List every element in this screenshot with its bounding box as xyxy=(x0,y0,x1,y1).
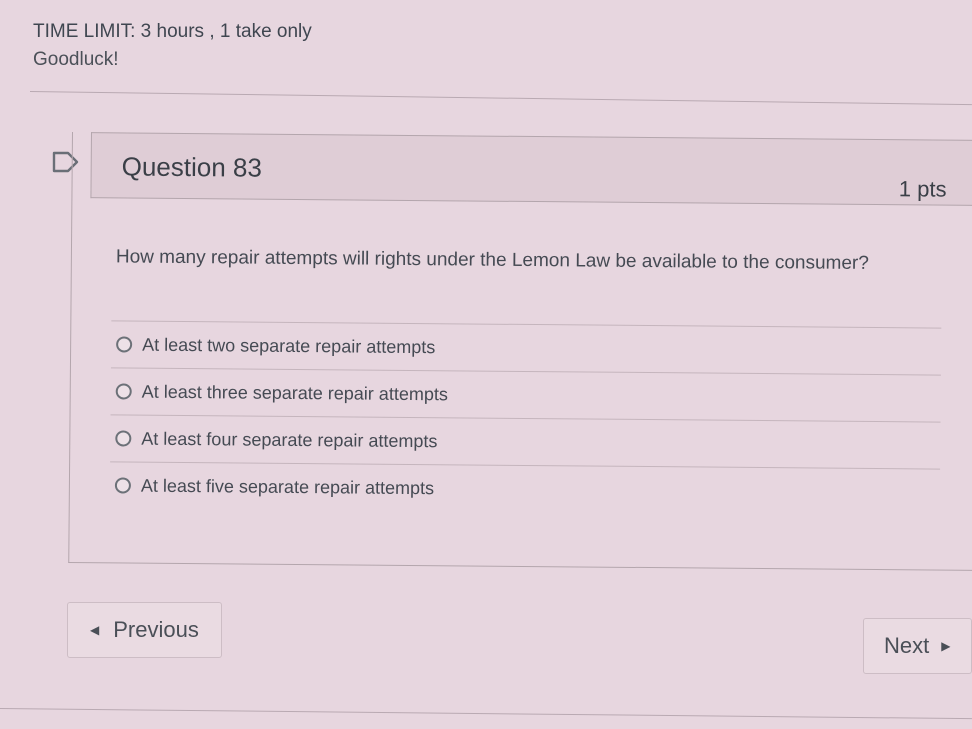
previous-button[interactable]: ◀ Previous xyxy=(67,602,222,658)
quiz-instructions: TIME LIMIT: 3 hours , 1 take only Goodlu… xyxy=(33,18,312,74)
question-title: Question 83 xyxy=(121,151,263,183)
divider xyxy=(0,708,972,720)
divider xyxy=(29,91,972,106)
answer-option-3[interactable]: At least four separate repair attempts xyxy=(110,415,941,470)
radio-button[interactable] xyxy=(115,430,132,447)
answer-option-1[interactable]: At least two separate repair attempts xyxy=(110,321,942,376)
radio-button[interactable] xyxy=(116,336,133,353)
caret-left-icon: ◀ xyxy=(90,623,100,637)
question-header: Question 83 1 pts xyxy=(90,132,972,207)
answer-option-4[interactable]: At least five separate repair attempts xyxy=(110,462,940,515)
previous-label: Previous xyxy=(113,617,199,642)
question-text: How many repair attempts will rights und… xyxy=(115,246,869,274)
radio-button[interactable] xyxy=(115,383,132,400)
caret-right-icon: ▶ xyxy=(941,639,951,653)
answer-label: At least five separate repair attempts xyxy=(140,475,435,498)
next-button[interactable]: Next ▶ xyxy=(863,618,972,674)
answer-list: At least two separate repair attempts At… xyxy=(110,320,942,515)
answer-option-2[interactable]: At least three separate repair attempts xyxy=(110,368,941,423)
goodluck-text: Goodluck! xyxy=(33,49,119,70)
radio-button[interactable] xyxy=(114,477,131,494)
answer-label: At least three separate repair attempts xyxy=(141,381,448,404)
question-card: Question 83 1 pts How many repair attemp… xyxy=(68,132,972,572)
question-points: 1 pts xyxy=(898,176,947,202)
answer-label: At least two separate repair attempts xyxy=(142,334,436,357)
answer-label: At least four separate repair attempts xyxy=(141,428,438,451)
time-limit-text: TIME LIMIT: 3 hours , 1 take only xyxy=(33,21,312,42)
next-label: Next xyxy=(884,633,930,658)
